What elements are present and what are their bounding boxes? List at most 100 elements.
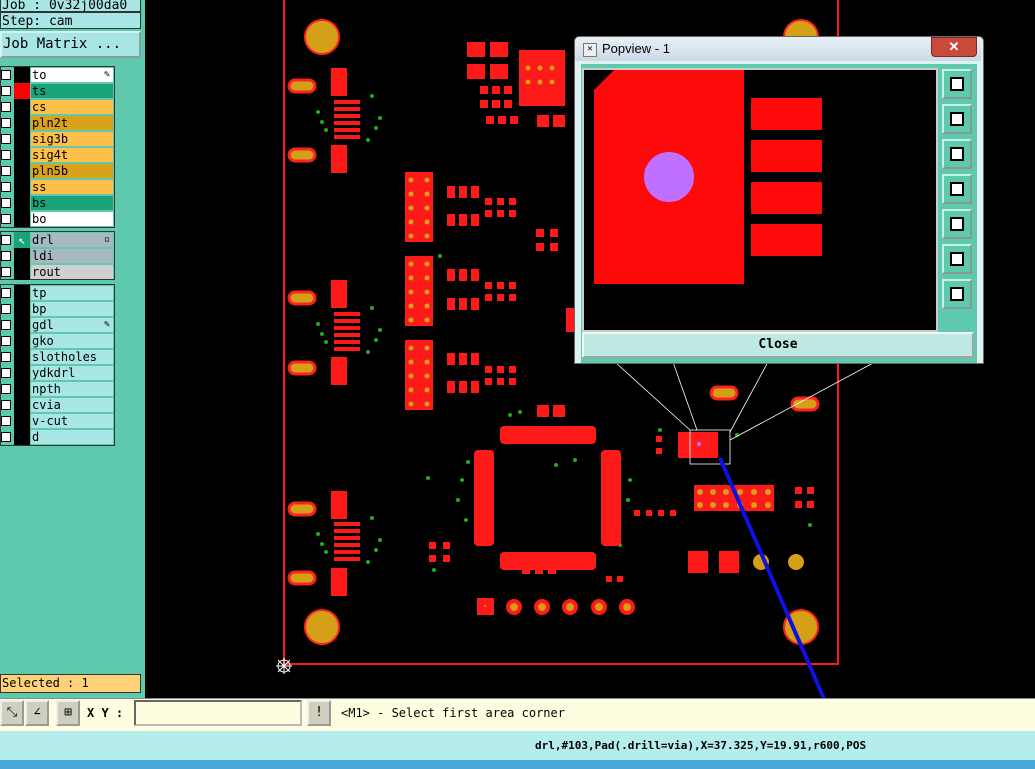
layer-row[interactable]: pln2t	[1, 115, 114, 131]
layer-color-swatch[interactable]	[14, 131, 30, 147]
layer-color-swatch[interactable]	[14, 115, 30, 131]
layer-name[interactable]: rout	[31, 265, 113, 279]
layer-row[interactable]: v-cut	[1, 413, 114, 429]
layer-row[interactable]: bo	[1, 211, 114, 227]
layer-color-swatch[interactable]	[14, 381, 30, 397]
layer-name[interactable]: pln5b	[31, 164, 113, 178]
layer-checkbox[interactable]	[1, 214, 11, 224]
layer-color-swatch[interactable]	[14, 211, 30, 227]
layer-name[interactable]: sig3b	[31, 132, 113, 146]
layer-color-swatch[interactable]	[14, 301, 30, 317]
zoom-home-button[interactable]	[942, 69, 972, 99]
layer-row[interactable]: rout	[1, 264, 114, 280]
layer-color-swatch[interactable]	[14, 333, 30, 349]
layer-color-swatch[interactable]	[14, 83, 30, 99]
layer-checkbox[interactable]	[1, 432, 11, 442]
layer-row[interactable]: bs	[1, 195, 114, 211]
measure-icon[interactable]: ⤡	[0, 700, 24, 726]
layer-name[interactable]: ydkdrl	[31, 366, 113, 380]
close-icon[interactable]: ✕	[931, 37, 977, 57]
layer-checkbox[interactable]	[1, 251, 11, 261]
layer-row[interactable]: ldi	[1, 248, 114, 264]
layer-color-swatch[interactable]	[14, 264, 30, 280]
layer-name[interactable]: ldi	[31, 249, 113, 263]
layer-row[interactable]: sig3b	[1, 131, 114, 147]
popview-canvas[interactable]	[582, 68, 938, 332]
layer-checkbox[interactable]	[1, 352, 11, 362]
layer-name[interactable]: v-cut	[31, 414, 113, 428]
layer-color-swatch[interactable]	[14, 429, 30, 445]
angle-icon[interactable]: ∠	[25, 700, 49, 726]
layer-row[interactable]: cs	[1, 99, 114, 115]
layer-checkbox[interactable]	[1, 400, 11, 410]
layer-name[interactable]: cvia	[31, 398, 113, 412]
layer-color-swatch[interactable]	[14, 99, 30, 115]
layer-name[interactable]: ts	[31, 84, 113, 98]
layer-name[interactable]: sig4t	[31, 148, 113, 162]
layer-checkbox[interactable]	[1, 416, 11, 426]
layer-checkbox[interactable]	[1, 235, 11, 245]
job-matrix-button[interactable]: Job Matrix ...	[0, 31, 141, 58]
layer-name[interactable]: gdl	[31, 318, 113, 332]
layer-checkbox[interactable]	[1, 198, 11, 208]
layer-checkbox[interactable]	[1, 102, 11, 112]
layer-color-swatch[interactable]	[14, 397, 30, 413]
layer-row[interactable]: ts	[1, 83, 114, 99]
layer-checkbox[interactable]	[1, 166, 11, 176]
layer-row[interactable]: to ✎	[1, 67, 114, 83]
layer-checkbox[interactable]	[1, 336, 11, 346]
layer-checkbox[interactable]	[1, 320, 11, 330]
layer-color-swatch[interactable]: ↖	[14, 232, 30, 248]
layer-color-swatch[interactable]	[14, 365, 30, 381]
layer-row[interactable]: ydkdrl	[1, 365, 114, 381]
layer-color-swatch[interactable]	[14, 349, 30, 365]
layer-row[interactable]: cvia	[1, 397, 114, 413]
layer-name[interactable]: d	[31, 430, 113, 444]
layer-color-swatch[interactable]	[14, 179, 30, 195]
pan-down-button[interactable]	[942, 139, 972, 169]
layer-name[interactable]: ss	[31, 180, 113, 194]
layer-checkbox[interactable]	[1, 267, 11, 277]
info-icon[interactable]: !	[307, 700, 331, 726]
pan-up-button[interactable]	[942, 104, 972, 134]
layer-checkbox[interactable]	[1, 182, 11, 192]
layer-row[interactable]: gdl ✎	[1, 317, 114, 333]
layer-name[interactable]: cs	[31, 100, 113, 114]
xy-input[interactable]	[134, 700, 302, 726]
layer-row[interactable]: npth	[1, 381, 114, 397]
layer-color-swatch[interactable]	[14, 317, 30, 333]
layer-name[interactable]: bs	[31, 196, 113, 210]
layer-row[interactable]: gko	[1, 333, 114, 349]
zoom-out-button[interactable]	[942, 279, 972, 309]
layer-checkbox[interactable]	[1, 150, 11, 160]
layer-row[interactable]: ↖ drl ▫	[1, 232, 114, 248]
layer-name[interactable]: bo	[31, 212, 113, 226]
snap-grid-icon[interactable]: ⊞	[56, 700, 80, 726]
zoom-in-button[interactable]	[942, 244, 972, 274]
layer-color-swatch[interactable]	[14, 147, 30, 163]
layer-checkbox[interactable]	[1, 70, 11, 80]
layer-name[interactable]: npth	[31, 382, 113, 396]
layer-color-swatch[interactable]	[14, 413, 30, 429]
layer-row[interactable]: bp	[1, 301, 114, 317]
layer-row[interactable]: ss	[1, 179, 114, 195]
pan-right-button[interactable]	[942, 209, 972, 239]
layer-checkbox[interactable]	[1, 118, 11, 128]
layer-row[interactable]: tp	[1, 285, 114, 301]
layer-row[interactable]: pln5b	[1, 163, 114, 179]
layer-checkbox[interactable]	[1, 384, 11, 394]
layer-name[interactable]: gko	[31, 334, 113, 348]
layer-color-swatch[interactable]	[14, 248, 30, 264]
layer-checkbox[interactable]	[1, 134, 11, 144]
layer-row[interactable]: slotholes	[1, 349, 114, 365]
layer-checkbox[interactable]	[1, 304, 11, 314]
pan-left-button[interactable]	[942, 174, 972, 204]
popview-close-button[interactable]: Close	[582, 332, 974, 358]
layer-name[interactable]: to	[31, 68, 113, 82]
popview-titlebar[interactable]: ✕ Popview - 1 ✕	[575, 37, 981, 61]
layer-checkbox[interactable]	[1, 288, 11, 298]
layer-row[interactable]: d	[1, 429, 114, 445]
layer-name[interactable]: tp	[31, 286, 113, 300]
layer-checkbox[interactable]	[1, 86, 11, 96]
layer-name[interactable]: slotholes	[31, 350, 113, 364]
